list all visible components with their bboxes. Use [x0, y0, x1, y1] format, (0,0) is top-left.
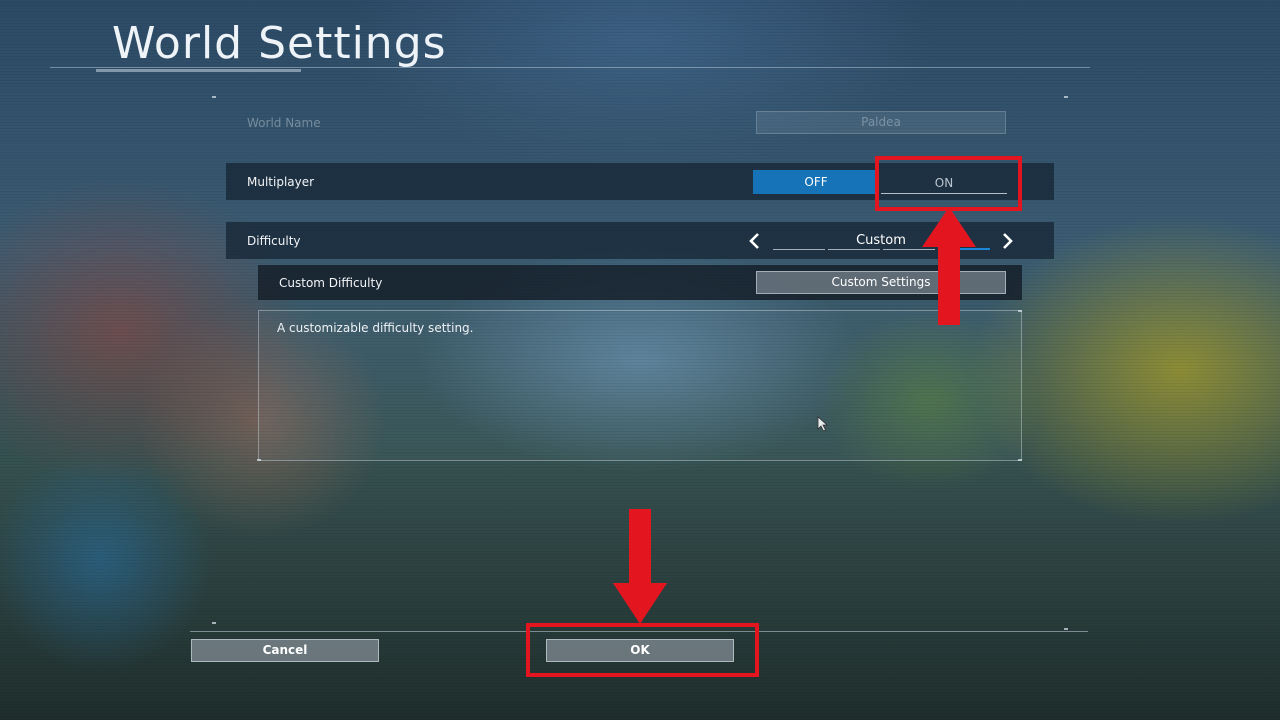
- chevron-right-icon[interactable]: [997, 230, 1017, 252]
- difficulty-step-indicator: [828, 249, 880, 250]
- title-divider: [50, 67, 1090, 68]
- panel-corner-mark: [257, 459, 261, 461]
- on-button-highlight-box: [875, 156, 1022, 211]
- custom-difficulty-label: Custom Difficulty: [279, 276, 383, 290]
- chevron-left-icon[interactable]: [745, 230, 765, 252]
- world-name-field[interactable]: Paldea: [756, 111, 1006, 134]
- difficulty-step-indicator: [773, 249, 825, 250]
- mouse-cursor-icon: [817, 416, 829, 436]
- description-text: A customizable difficulty setting.: [277, 321, 474, 335]
- panel-corner-mark: [212, 96, 216, 98]
- down-arrow-icon: [613, 509, 667, 624]
- ok-button-highlight-box: [526, 623, 759, 677]
- multiplayer-label: Multiplayer: [247, 175, 315, 189]
- difficulty-label: Difficulty: [247, 234, 301, 248]
- page-title: World Settings: [112, 18, 447, 69]
- cancel-button[interactable]: Cancel: [191, 639, 379, 662]
- panel-corner-mark: [1018, 310, 1022, 312]
- panel-corner-mark: [212, 622, 216, 624]
- panel-corner-mark: [1064, 96, 1068, 98]
- panel-corner-mark: [1018, 459, 1022, 461]
- world-name-label: World Name: [247, 116, 321, 130]
- up-arrow-icon: [922, 207, 976, 325]
- multiplayer-off-button[interactable]: OFF: [753, 170, 879, 194]
- title-underline: [96, 69, 301, 72]
- panel-corner-mark: [1064, 628, 1068, 630]
